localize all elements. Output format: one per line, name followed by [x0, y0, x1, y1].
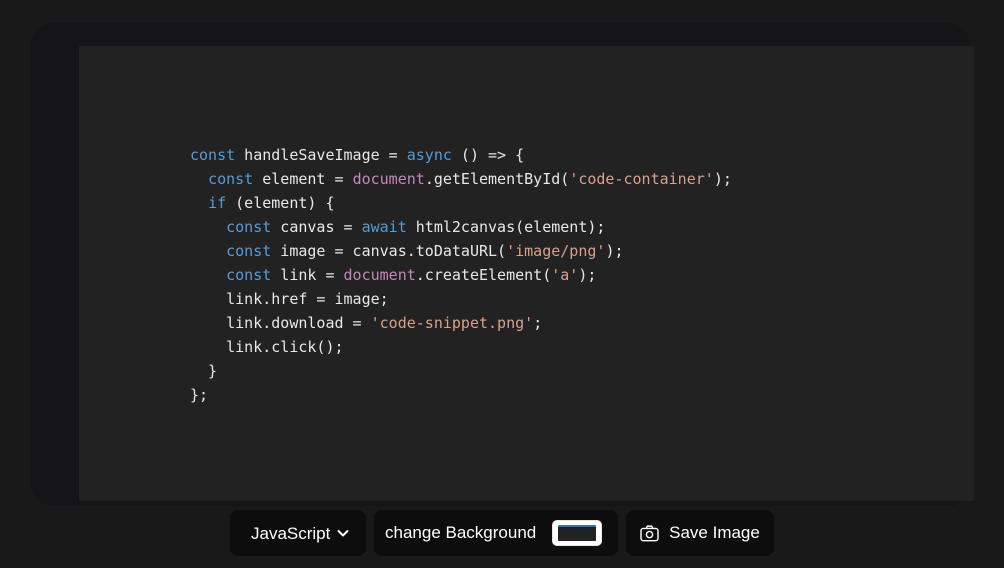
code-token: const [226, 218, 272, 236]
code-token: 'image/png' [506, 242, 606, 260]
code-token: html2canvas(element); [406, 218, 606, 236]
code-token: const [208, 170, 254, 188]
code-line: const link = document.createElement('a')… [190, 263, 974, 287]
code-token: .getElementById( [424, 170, 570, 188]
code-token: ); [713, 170, 732, 188]
code-token: const [226, 242, 272, 260]
code-token: }; [190, 386, 209, 404]
camera-icon [640, 524, 659, 542]
color-swatch-icon [558, 525, 597, 541]
code-token: const [226, 266, 272, 284]
code-token: link.download = [190, 314, 371, 332]
language-select-wrapper: JavaScript [230, 510, 366, 556]
code-token: await [361, 218, 407, 236]
code-block: const handleSaveImage = async () => { co… [79, 143, 974, 407]
code-line: if (element) { [190, 191, 974, 215]
save-image-label: Save Image [669, 523, 760, 542]
code-line: }; [190, 383, 974, 407]
language-select[interactable]: JavaScript [230, 510, 366, 556]
code-token: 'code-snippet.png' [370, 314, 534, 332]
code-token: link.href = image; [190, 290, 389, 308]
code-token: } [190, 362, 218, 380]
background-color-picker[interactable] [552, 520, 603, 546]
change-background-label: change Background [385, 523, 537, 542]
code-token: handleSaveImage = [235, 146, 407, 164]
code-token: canvas = [271, 218, 362, 236]
capture-shell: const handleSaveImage = async () => { co… [31, 23, 974, 506]
code-line: const element = document.getElementById(… [190, 167, 974, 191]
code-line: link.href = image; [190, 287, 974, 311]
code-token: image = canvas.toDataURL( [271, 242, 507, 260]
code-line: link.download = 'code-snippet.png'; [190, 311, 974, 335]
change-background-button[interactable]: change Background [374, 510, 618, 556]
code-scroll-area: const handleSaveImage = async () => { co… [79, 143, 974, 407]
code-container: const handleSaveImage = async () => { co… [79, 46, 974, 501]
code-token: () => { [451, 146, 525, 164]
app-root: const handleSaveImage = async () => { co… [0, 0, 1004, 568]
toolbar: JavaScript change Background Save Image [0, 510, 1004, 556]
code-token: if [208, 194, 227, 212]
code-line: const canvas = await html2canvas(element… [190, 215, 974, 239]
code-token: async [406, 146, 452, 164]
code-token: ); [605, 242, 624, 260]
code-token: element = [253, 170, 353, 188]
code-line: const handleSaveImage = async () => { [190, 143, 974, 167]
code-line: } [190, 359, 974, 383]
code-token: link = [271, 266, 344, 284]
save-image-button[interactable]: Save Image [626, 510, 774, 556]
code-token: const [190, 146, 236, 164]
code-token: (element) { [226, 194, 335, 212]
code-token: 'a' [551, 266, 579, 284]
code-token: ); [578, 266, 597, 284]
code-token: link.click(); [190, 338, 344, 356]
code-token: ; [533, 314, 543, 332]
code-token: document [352, 170, 425, 188]
code-token: document [343, 266, 416, 284]
code-line: const image = canvas.toDataURL('image/pn… [190, 239, 974, 263]
code-token: .createElement( [415, 266, 552, 284]
code-line: link.click(); [190, 335, 974, 359]
code-token: 'code-container' [569, 170, 714, 188]
